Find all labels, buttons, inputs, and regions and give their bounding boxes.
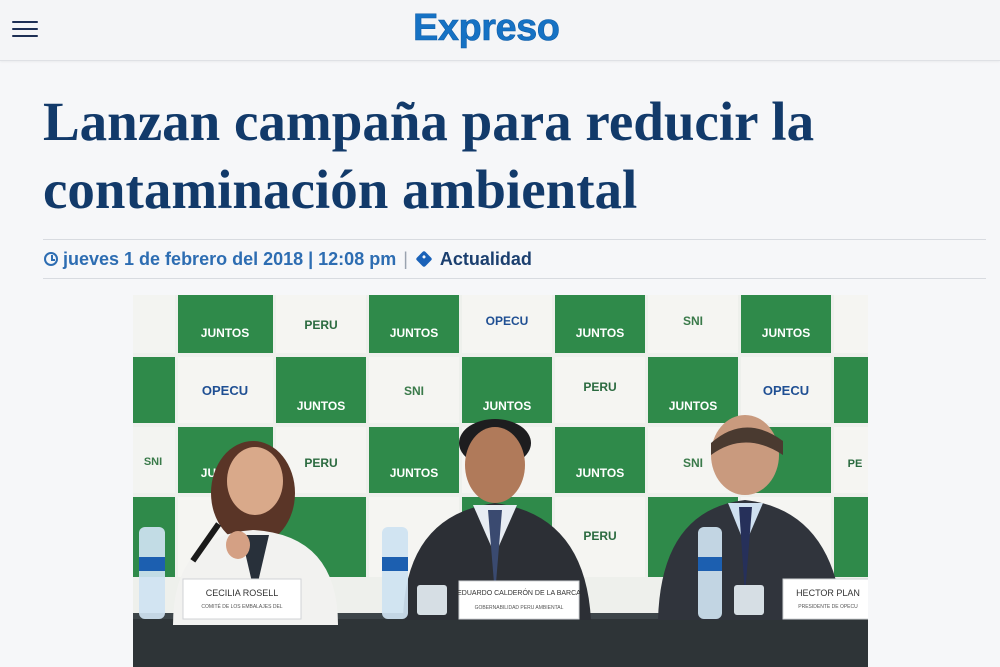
meta-top-divider xyxy=(43,239,986,240)
site-logo[interactable]: Expreso xyxy=(413,7,561,50)
nameplate-2-name: EDUARDO CALDERÓN DE LA BARCA xyxy=(457,588,581,597)
nameplate-1-role: COMITÉ DE LOS EMBALAJES DEL xyxy=(201,603,282,610)
svg-text:OPECU: OPECU xyxy=(486,314,529,328)
svg-text:JUNTOS: JUNTOS xyxy=(762,326,810,340)
svg-text:PERU: PERU xyxy=(583,529,616,543)
svg-text:JUNTOS: JUNTOS xyxy=(297,399,345,413)
svg-text:JUNTOS: JUNTOS xyxy=(201,326,249,340)
svg-text:JUNTOS: JUNTOS xyxy=(483,399,531,413)
svg-text:PERU: PERU xyxy=(304,318,337,332)
svg-text:SNI: SNI xyxy=(144,456,162,468)
article-title: Lanzan campaña para reducir la contamina… xyxy=(43,91,815,220)
nameplate-1-name: CECILIA ROSELL xyxy=(206,588,279,598)
article-meta: jueves 1 de febrero del 2018 | 12:08 pm … xyxy=(44,246,532,272)
tag-icon xyxy=(415,250,433,268)
svg-text:SNI: SNI xyxy=(683,314,703,328)
nameplate-3-name: HECTOR PLAN xyxy=(796,588,860,598)
category-link[interactable]: Actualidad xyxy=(440,249,532,270)
svg-text:PERU: PERU xyxy=(304,456,337,470)
svg-text:JUNTOS: JUNTOS xyxy=(669,399,717,413)
svg-text:OPECU: OPECU xyxy=(763,383,809,398)
svg-text:JUNTOS: JUNTOS xyxy=(576,326,624,340)
nameplate-3-role: PRESIDENTE DE OPECU xyxy=(798,604,858,610)
svg-text:JUNTOS: JUNTOS xyxy=(390,466,438,480)
publish-date: jueves 1 de febrero del 2018 | 12:08 pm xyxy=(63,248,397,269)
meta-bottom-divider xyxy=(43,278,986,279)
press-conference-image: JUNTOS JUNTOS JUNTOS JUNTOS PERU SNI OPE… xyxy=(133,295,868,667)
meta-separator: | xyxy=(403,248,408,269)
svg-text:OPECU: OPECU xyxy=(202,383,248,398)
svg-text:SNI: SNI xyxy=(683,456,703,470)
svg-text:JUNTOS: JUNTOS xyxy=(576,466,624,480)
top-navigation-bar: Expreso xyxy=(0,0,1000,61)
svg-text:PE: PE xyxy=(848,458,863,470)
article-photo[interactable]: JUNTOS JUNTOS JUNTOS JUNTOS PERU SNI OPE… xyxy=(133,295,868,667)
clock-icon xyxy=(44,252,58,266)
hamburger-menu-icon[interactable] xyxy=(12,18,40,40)
svg-text:PERU: PERU xyxy=(583,380,616,394)
svg-text:SNI: SNI xyxy=(404,384,424,398)
nameplate-2-role: GOBERNABILIDAD PERU AMBIENTAL xyxy=(475,605,564,611)
svg-text:JUNTOS: JUNTOS xyxy=(390,326,438,340)
